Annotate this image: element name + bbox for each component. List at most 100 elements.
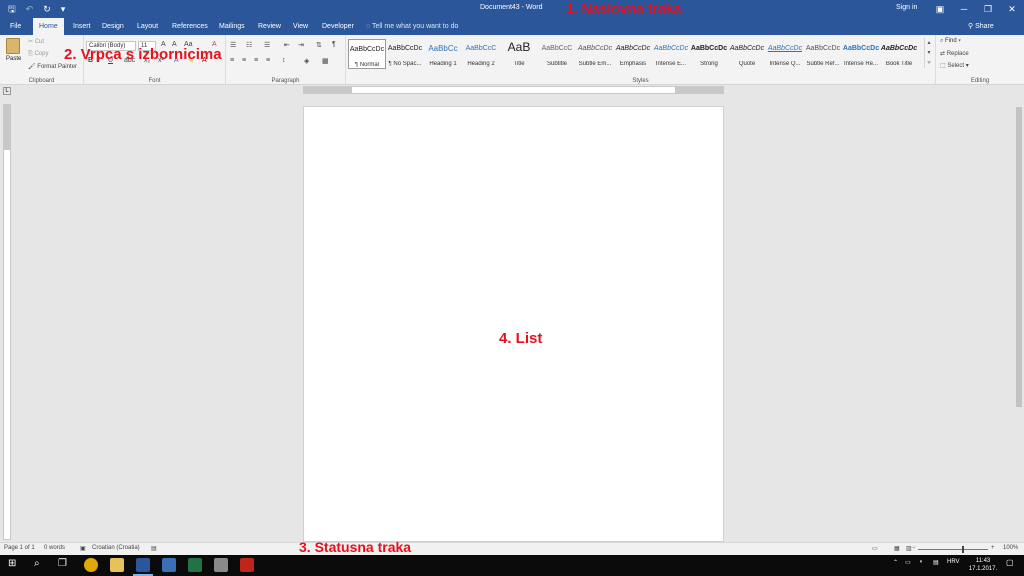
style-intense-emphasis[interactable]: AaBbCcDc Intense E... <box>652 39 690 69</box>
style-name: ¶ No Spac... <box>388 61 422 67</box>
replace-button[interactable]: ⇄ Replace <box>940 50 969 57</box>
zoom-out-icon[interactable]: − <box>912 545 916 551</box>
tray-overflow-icon[interactable]: ⌃ <box>893 559 898 566</box>
tab-references[interactable]: References <box>166 18 214 35</box>
tab-view[interactable]: View <box>287 18 314 35</box>
style-intense-reference[interactable]: AaBbCcDc Intense Re... <box>842 39 880 69</box>
cut-button[interactable]: ✂ Cut <box>28 38 44 45</box>
zoom-level[interactable]: 100% <box>1003 545 1018 551</box>
excel-icon[interactable] <box>188 558 202 572</box>
vertical-ruler[interactable] <box>3 104 11 540</box>
ribbon-display-options-icon[interactable]: ▣ <box>928 0 952 18</box>
style-subtitle[interactable]: AaBbCcC Subtitle <box>538 39 576 69</box>
show-hide-icon[interactable]: ¶ <box>332 41 336 48</box>
multilevel-list-icon[interactable]: ☰ <box>264 41 270 49</box>
search-icon[interactable]: ⌕ <box>34 558 40 569</box>
minimize-button[interactable]: ─ <box>952 0 976 18</box>
copy-button[interactable]: ⎘ Copy <box>28 51 48 58</box>
style-intense-quote[interactable]: AaBbCcDc Intense Q... <box>766 39 804 69</box>
tab-home[interactable]: Home <box>33 18 64 35</box>
paste-icon[interactable] <box>6 38 20 54</box>
zoom-slider[interactable] <box>918 549 988 550</box>
task-view-icon[interactable]: ❐ <box>58 558 67 569</box>
styles-gallery-more[interactable]: ▴ ▾ ▿ <box>924 38 933 68</box>
line-spacing-icon[interactable]: ↕ <box>282 57 286 64</box>
style-emphasis[interactable]: AaBbCcDc Emphasis <box>614 39 652 69</box>
tab-file[interactable]: File <box>4 18 27 35</box>
style-normal[interactable]: AaBbCcDc ¶ Normal <box>348 39 386 69</box>
align-left-icon[interactable]: ≡ <box>230 57 234 64</box>
close-button[interactable]: ✕ <box>1000 0 1024 18</box>
undo-icon[interactable]: ↶ <box>26 3 34 15</box>
zoom-slider-thumb[interactable] <box>962 546 964 553</box>
paragraph-group: ☰ ☷ ☰ ⇤ ⇥ ⇅ ¶ ≡ ≡ ≡ ≡ ↕ ◈ ▦ Paragraph <box>226 35 346 85</box>
restore-button[interactable]: ❐ <box>976 0 1000 18</box>
tab-insert[interactable]: Insert <box>67 18 97 35</box>
acrobat-icon[interactable] <box>240 558 254 572</box>
decrease-indent-icon[interactable]: ⇤ <box>284 41 290 49</box>
increase-indent-icon[interactable]: ⇥ <box>298 41 304 49</box>
style-subtle-reference[interactable]: AaBbCcDc Subtle Ref... <box>804 39 842 69</box>
sign-in-link[interactable]: Sign in <box>896 4 917 11</box>
tell-me-search[interactable]: ◌ Tell me what you want to do <box>366 18 458 35</box>
word-window-icon[interactable] <box>162 558 176 572</box>
word-icon[interactable] <box>136 558 150 572</box>
redo-icon[interactable]: ↻ <box>43 3 51 15</box>
bullets-icon[interactable]: ☰ <box>230 41 236 49</box>
windows-start-icon[interactable]: ⊞ <box>8 558 16 569</box>
chrome-icon[interactable] <box>84 558 98 572</box>
tab-review[interactable]: Review <box>252 18 287 35</box>
align-center-icon[interactable]: ≡ <box>242 57 246 64</box>
left-margin-indicator <box>304 87 352 93</box>
sort-icon[interactable]: ⇅ <box>316 41 322 49</box>
style-heading-1[interactable]: AaBbCc Heading 1 <box>424 39 462 69</box>
scrollbar-thumb[interactable] <box>1016 107 1022 407</box>
find-button[interactable]: ⌕ Find ▾ <box>940 38 961 45</box>
zoom-in-icon[interactable]: + <box>991 545 995 551</box>
borders-icon[interactable]: ▦ <box>322 57 329 65</box>
action-center-icon[interactable]: ▢ <box>1006 558 1014 567</box>
tab-selector[interactable]: L <box>3 87 11 95</box>
read-mode-icon[interactable]: ▭ <box>872 545 878 552</box>
style-book-title[interactable]: AaBbCcDc Book Title <box>880 39 918 69</box>
numbering-icon[interactable]: ☷ <box>246 41 252 49</box>
tab-developer[interactable]: Developer <box>316 18 360 35</box>
share-button[interactable]: ⚲ Share <box>968 18 994 35</box>
input-language[interactable]: HRV <box>947 559 960 565</box>
page-count[interactable]: Page 1 of 1 <box>4 545 35 551</box>
justify-icon[interactable]: ≡ <box>266 57 270 64</box>
proofing-icon[interactable]: ▣ <box>80 545 86 552</box>
shading-icon[interactable]: ◈ <box>304 57 309 65</box>
format-painter-button[interactable]: 🖌 Format Painter <box>28 63 77 70</box>
paste-button[interactable]: Paste <box>6 56 21 62</box>
tab-layout[interactable]: Layout <box>131 18 164 35</box>
tab-design[interactable]: Design <box>96 18 130 35</box>
style-quote[interactable]: AaBbCcDc Quote <box>728 39 766 69</box>
print-layout-icon[interactable]: ▦ <box>894 545 900 552</box>
keyboard-icon[interactable]: ▤ <box>933 559 939 566</box>
customize-qat-icon[interactable]: ▾ <box>61 3 66 15</box>
save-icon[interactable]: 🖫 <box>8 3 16 15</box>
word-count[interactable]: 0 words <box>44 545 65 551</box>
style-strong[interactable]: AaBbCcDc Strong <box>690 39 728 69</box>
tab-mailings[interactable]: Mailings <box>213 18 251 35</box>
style-no-spacing[interactable]: AaBbCcDc ¶ No Spac... <box>386 39 424 69</box>
vertical-scrollbar[interactable] <box>1014 97 1024 542</box>
network-icon[interactable]: ▭ <box>905 559 911 566</box>
macro-record-icon[interactable]: ▤ <box>151 545 157 552</box>
annotation-status-bar: 3. Statusna traka <box>299 539 412 555</box>
language-indicator[interactable]: Croatian (Croatia) <box>92 545 140 551</box>
style-title[interactable]: AaB Title <box>500 39 538 69</box>
document-page[interactable] <box>303 106 724 542</box>
horizontal-ruler[interactable] <box>303 86 724 94</box>
volume-icon[interactable]: ◖ <box>919 559 923 565</box>
printer-icon[interactable] <box>214 558 228 572</box>
web-layout-icon[interactable]: ▥ <box>906 545 912 552</box>
style-heading-2[interactable]: AaBbCcC Heading 2 <box>462 39 500 69</box>
align-right-icon[interactable]: ≡ <box>254 57 258 64</box>
style-subtle-emphasis[interactable]: AaBbCcDc Subtle Em... <box>576 39 614 69</box>
select-button[interactable]: ⬚ Select ▾ <box>940 62 969 69</box>
system-clock[interactable]: 11:43 17.1.2017. <box>966 557 1000 573</box>
style-preview: AaBbCcDc <box>387 45 423 52</box>
file-explorer-icon[interactable] <box>110 558 124 572</box>
